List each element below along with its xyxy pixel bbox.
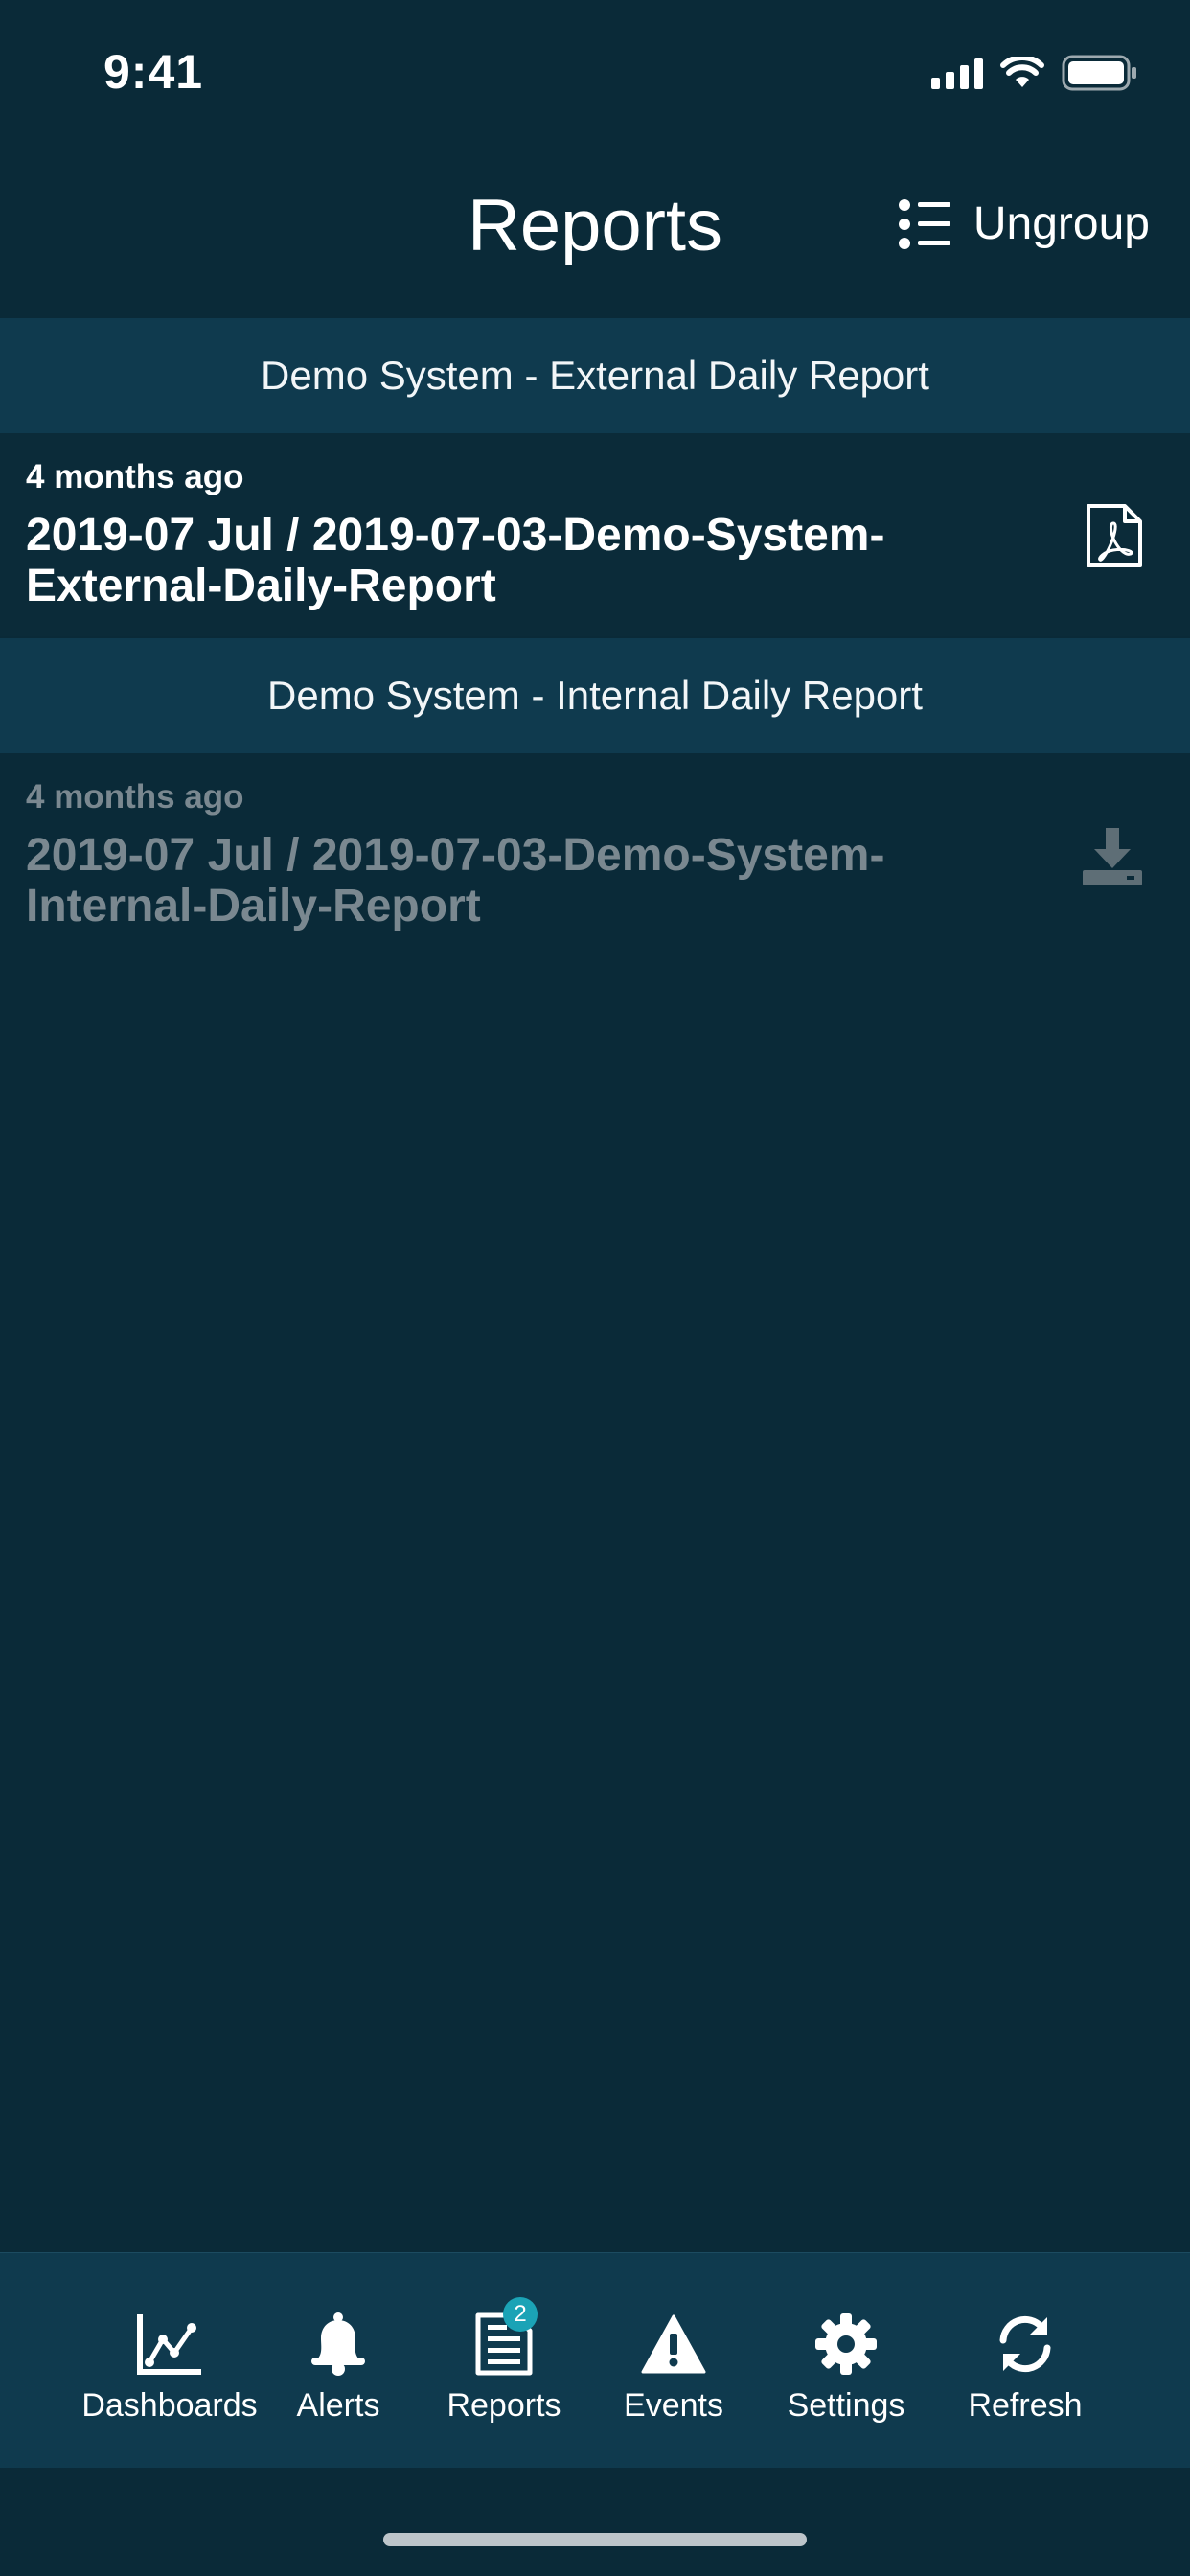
tab-bar: Dashboards Alerts 2 Reports Events Setti… (0, 2252, 1190, 2468)
report-time-ago: 4 months ago (26, 458, 244, 495)
ungroup-button[interactable]: Ungroup (898, 197, 1150, 250)
tab-label: Alerts (296, 2387, 380, 2424)
tab-settings[interactable]: Settings (750, 2311, 942, 2425)
report-title: 2019-07 Jul / 2019-07-03-Demo-System-Ext… (26, 510, 885, 611)
home-indicator[interactable] (383, 2533, 807, 2546)
tab-dashboards[interactable]: Dashboards (74, 2311, 265, 2425)
section-header-external: Demo System - External Daily Report (0, 318, 1190, 433)
tab-label: Settings (787, 2387, 905, 2424)
ungroup-label: Ungroup (973, 198, 1150, 249)
tab-alerts[interactable]: Alerts (242, 2311, 434, 2425)
tab-events[interactable]: Events (578, 2311, 769, 2425)
tab-label: Reports (446, 2387, 561, 2424)
reports-badge: 2 (503, 2297, 538, 2332)
status-time: 9:41 (103, 45, 204, 99)
bell-icon (303, 2311, 374, 2378)
cellular-signal-icon (931, 57, 983, 89)
chart-line-icon (134, 2311, 205, 2378)
refresh-icon (990, 2311, 1061, 2378)
tab-label: Dashboards (81, 2387, 258, 2424)
report-title: 2019-07 Jul / 2019-07-03-Demo-System-Int… (26, 830, 885, 932)
battery-icon (1062, 55, 1136, 91)
report-row-external[interactable]: 4 months ago 2019-07 Jul / 2019-07-03-De… (0, 433, 1190, 636)
report-time-ago: 4 months ago (26, 778, 244, 816)
navigation-bar: Reports Ungroup (0, 144, 1190, 316)
download-icon[interactable] (1081, 826, 1144, 887)
status-icons (931, 54, 1138, 92)
section-header-internal: Demo System - Internal Daily Report (0, 638, 1190, 753)
tab-reports[interactable]: 2 Reports (408, 2297, 600, 2425)
pdf-icon[interactable] (1085, 502, 1144, 569)
tab-label: Refresh (968, 2387, 1083, 2424)
list-icon (898, 198, 950, 249)
gear-icon (811, 2311, 881, 2378)
report-row-internal[interactable]: 4 months ago 2019-07 Jul / 2019-07-03-De… (0, 753, 1190, 956)
tab-label: Events (624, 2387, 723, 2424)
wifi-icon (1000, 57, 1044, 87)
status-bar: 9:41 (0, 0, 1190, 144)
document-icon: 2 (469, 2297, 539, 2378)
warning-icon (638, 2311, 709, 2378)
tab-refresh[interactable]: Refresh (929, 2311, 1121, 2425)
